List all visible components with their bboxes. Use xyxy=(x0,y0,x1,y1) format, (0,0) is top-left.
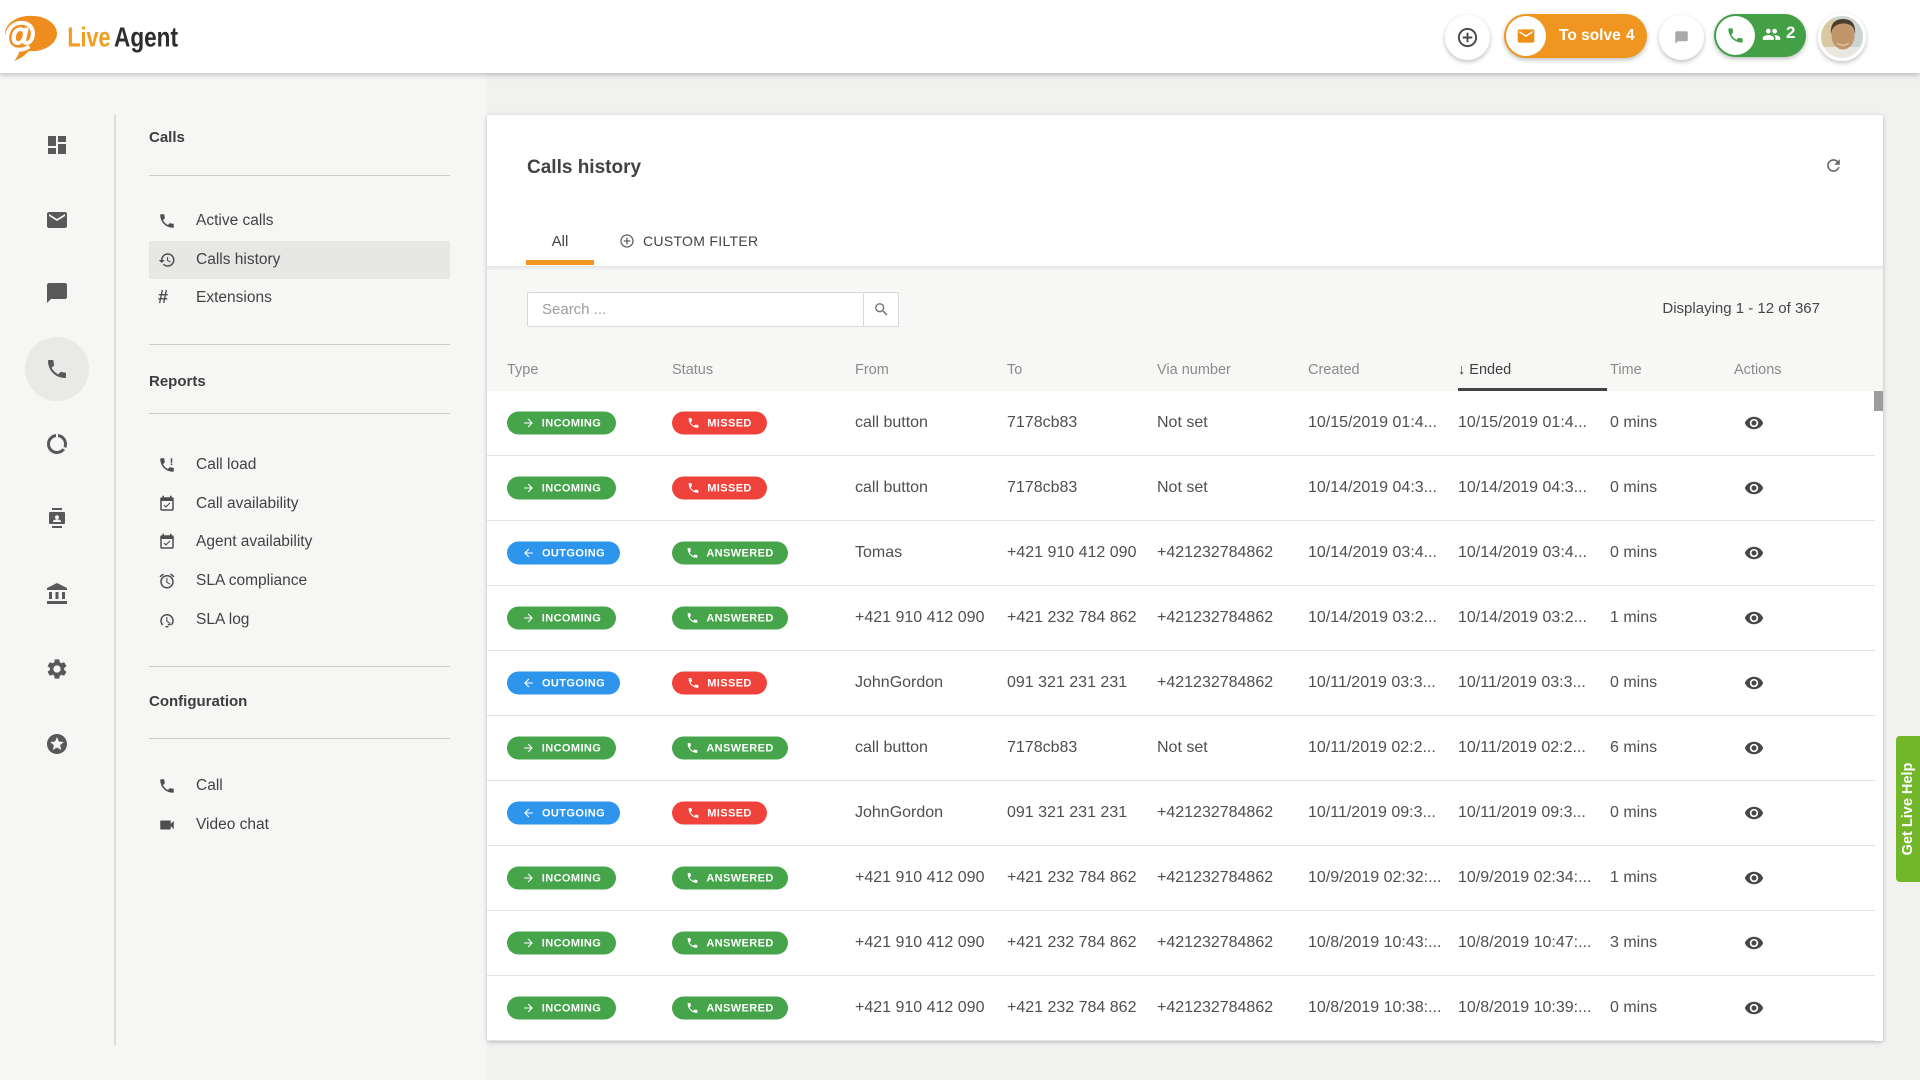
svg-text:@: @ xyxy=(4,16,36,53)
svg-text:Agent: Agent xyxy=(114,22,178,53)
svg-text:Live: Live xyxy=(67,22,110,53)
